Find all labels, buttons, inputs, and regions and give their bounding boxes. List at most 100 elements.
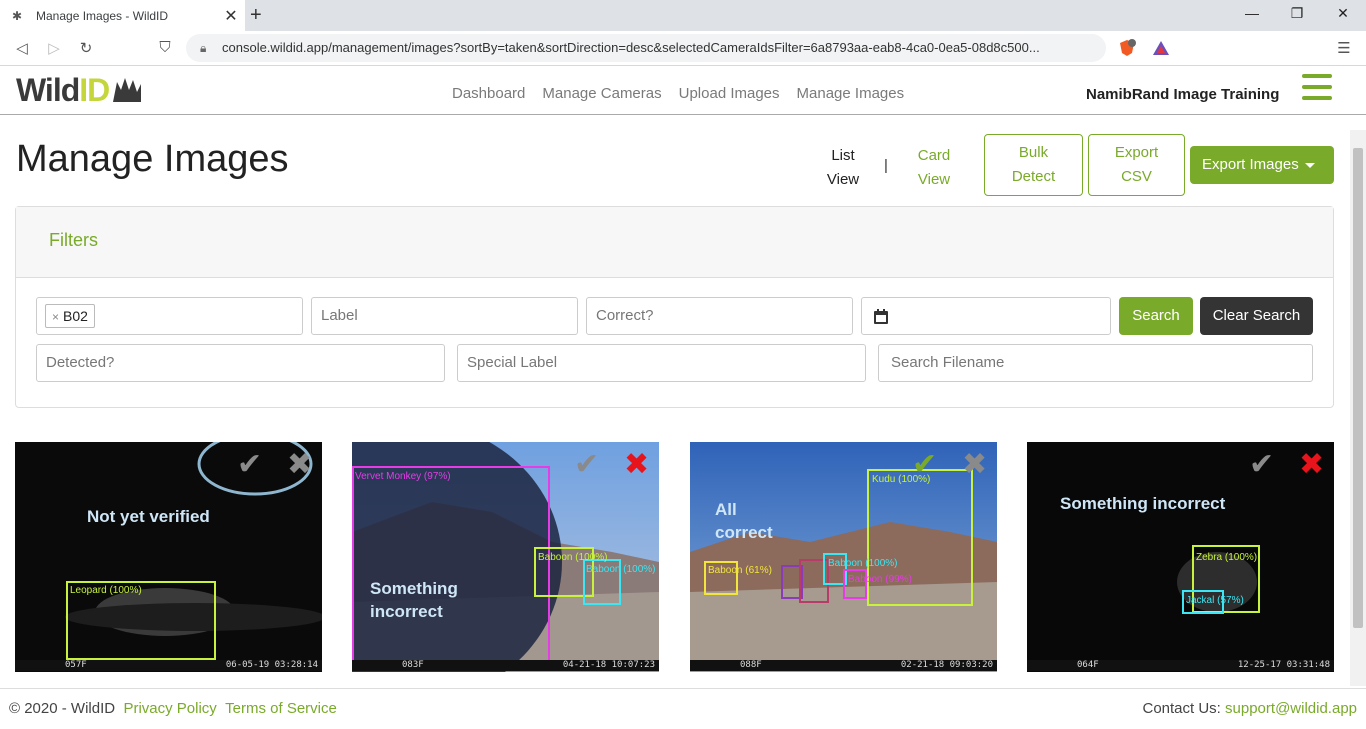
detection-label: Baboon (100%) <box>828 558 898 569</box>
footer-links: © 2020 - WildID Privacy Policy Terms of … <box>9 689 337 729</box>
image-datetime: 06-05-19 03:28:14 <box>225 660 318 670</box>
card-note-line2: correct <box>715 523 773 542</box>
privacy-policy-link[interactable]: Privacy Policy <box>123 700 216 717</box>
detection-label: Baboon (100%) <box>538 552 608 563</box>
detection-label: Baboon (100%) <box>586 564 656 575</box>
reject-x-icon[interactable]: ✖ <box>624 450 649 480</box>
browser-tab[interactable]: ✱ Manage Images - WildID ✕ <box>0 0 245 31</box>
lock-icon: 🔒︎ <box>200 41 207 55</box>
search-button[interactable]: Search <box>1119 297 1193 335</box>
image-datetime: 02-21-18 09:03:20 <box>900 660 993 670</box>
image-card[interactable]: Vervet Monkey (97%) Baboon (100%) Baboon… <box>352 442 659 672</box>
browser-toolbar: ◁ ▷ ↻ ⛉ 🔒︎ console.wildid.app/management… <box>0 31 1366 66</box>
logo-text-wild: Wild <box>16 71 80 108</box>
new-tab-icon[interactable]: + <box>250 4 262 27</box>
contact-email-link[interactable]: support@wildid.app <box>1225 700 1357 717</box>
camera-id: 064F <box>1077 660 1099 670</box>
image-timestamp: 057F 06-05-19 03:28:14 <box>15 660 322 671</box>
address-bar[interactable]: 🔒︎ console.wildid.app/management/images?… <box>186 34 1106 62</box>
main-nav: Dashboard Manage Cameras Upload Images M… <box>452 85 904 102</box>
image-datetime: 04-21-18 10:07:23 <box>562 660 655 670</box>
copyright: © 2020 - WildID <box>9 700 116 717</box>
list-view-toggle[interactable]: List View <box>818 144 868 192</box>
detection-label: Baboon (61%) <box>708 565 772 576</box>
card-image <box>690 442 997 672</box>
terms-link[interactable]: Terms of Service <box>225 700 337 717</box>
bulk-detect-line1: Bulk <box>1018 144 1049 161</box>
maximize-icon[interactable]: ❐ <box>1287 5 1307 22</box>
label-filter[interactable]: Label <box>311 297 578 335</box>
main-content: Manage Images List View | Card View Bulk… <box>0 116 1350 688</box>
export-images-dropdown[interactable]: Export Images <box>1190 146 1334 184</box>
reload-icon[interactable]: ↻ <box>76 39 96 57</box>
clear-search-button[interactable]: Clear Search <box>1200 297 1313 335</box>
brave-shield-icon[interactable] <box>1118 39 1136 57</box>
image-datetime: 12-25-17 03:31:48 <box>1237 660 1330 670</box>
forward-icon[interactable]: ▷ <box>44 39 64 57</box>
scrollbar-thumb[interactable] <box>1353 148 1363 628</box>
card-image <box>15 442 322 672</box>
detection-label: Leopard (100%) <box>70 585 142 596</box>
tab-close-icon[interactable]: ✕ <box>221 6 241 26</box>
reject-x-icon[interactable]: ✖ <box>287 450 312 480</box>
camera-chip: × B02 <box>45 304 95 328</box>
bulk-detect-line2: Detect <box>1011 168 1056 185</box>
browser-menu-icon[interactable]: ☰ <box>1334 39 1354 57</box>
camera-filter[interactable]: × B02 <box>36 297 303 335</box>
tab-title: Manage Images - WildID <box>36 8 169 23</box>
approve-check-icon[interactable]: ✔ <box>912 450 937 480</box>
nav-manage-cameras[interactable]: Manage Cameras <box>542 85 661 102</box>
card-view-line1: Card <box>917 147 951 164</box>
nav-manage-images[interactable]: Manage Images <box>797 85 905 102</box>
card-note: Something incorrect <box>370 577 458 623</box>
image-card[interactable]: Zebra (100%) Jackal (57%) Something inco… <box>1027 442 1334 672</box>
chip-remove-icon[interactable]: × <box>52 310 59 324</box>
export-csv-button[interactable]: Export CSV <box>1088 134 1185 196</box>
detected-filter[interactable]: Detected? <box>36 344 445 382</box>
card-view-toggle[interactable]: Card View <box>908 144 960 192</box>
detection-label: Vervet Monkey (97%) <box>355 471 451 482</box>
image-timestamp: 064F 12-25-17 03:31:48 <box>1027 660 1334 671</box>
image-card[interactable]: Leopard (100%) Not yet verified ✔ ✖ 057F… <box>15 442 322 672</box>
approve-check-icon[interactable]: ✔ <box>574 450 599 480</box>
reject-x-icon[interactable]: ✖ <box>962 450 987 480</box>
minimize-icon[interactable]: — <box>1242 5 1262 21</box>
nav-dashboard[interactable]: Dashboard <box>452 85 525 102</box>
back-icon[interactable]: ◁ <box>12 39 32 57</box>
brave-rewards-icon[interactable] <box>1152 39 1170 57</box>
reject-x-icon[interactable]: ✖ <box>1299 450 1324 480</box>
card-note: Something incorrect <box>1060 494 1226 513</box>
export-csv-line2: CSV <box>1121 168 1152 185</box>
organization-name[interactable]: NamibRand Image Training <box>1086 86 1279 103</box>
export-csv-line1: Export <box>1114 144 1159 161</box>
camera-chip-label: B02 <box>63 308 88 324</box>
special-label-filter[interactable]: Special Label <box>457 344 866 382</box>
card-image <box>1027 442 1334 672</box>
image-card[interactable]: Kudu (100%) Baboon (61%) Baboon (100%) B… <box>690 442 997 672</box>
filters-heading[interactable]: Filters <box>16 207 1333 278</box>
image-timestamp: 088F 02-21-18 09:03:20 <box>690 660 997 671</box>
hamburger-menu-icon[interactable] <box>1302 74 1332 100</box>
camera-id: 088F <box>740 660 762 670</box>
filename-filter[interactable]: Search Filename <box>878 344 1313 382</box>
correct-filter[interactable]: Correct? <box>586 297 853 335</box>
detection-label: Jackal (57%) <box>1186 595 1244 606</box>
card-view-line2: View <box>917 171 951 188</box>
camera-id: 083F <box>402 660 424 670</box>
export-images-label: Export Images <box>1202 156 1299 173</box>
footer: © 2020 - WildID Privacy Policy Terms of … <box>0 688 1366 728</box>
nav-upload-images[interactable]: Upload Images <box>679 85 780 102</box>
window-close-icon[interactable]: ✕ <box>1333 5 1353 22</box>
approve-check-icon[interactable]: ✔ <box>237 450 262 480</box>
bookmark-icon[interactable]: ⛉ <box>155 39 175 56</box>
bulk-detect-button[interactable]: Bulk Detect <box>984 134 1083 196</box>
page-scrollbar[interactable] <box>1350 130 1366 686</box>
approve-check-icon[interactable]: ✔ <box>1249 450 1274 480</box>
date-filter[interactable] <box>861 297 1111 335</box>
card-note: All correct <box>715 498 773 544</box>
wildid-logo[interactable]: Wild ID <box>16 70 145 110</box>
detection-label: Zebra (100%) <box>1196 552 1258 563</box>
contact: Contact Us: support@wildid.app <box>1142 689 1357 729</box>
card-note-line2: incorrect <box>370 602 443 621</box>
caret-down-icon <box>1304 162 1315 168</box>
